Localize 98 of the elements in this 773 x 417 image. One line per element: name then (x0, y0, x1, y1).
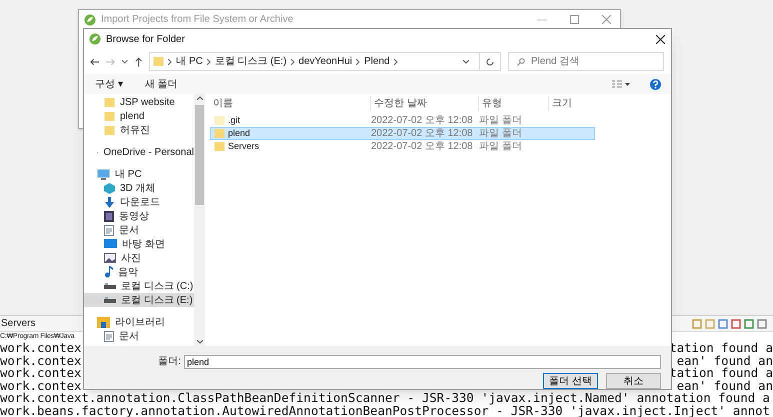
folder-input[interactable]: plend (184, 354, 661, 368)
folder-icon (214, 115, 225, 126)
file-name: plend (228, 126, 250, 140)
nav-item[interactable]: 문서 (84, 329, 194, 343)
up-arrow-icon[interactable] (134, 56, 142, 66)
file-row[interactable]: plend 2022-07-02 오후 12:08 파일 폴더 (210, 127, 595, 140)
console-line: ean' found an (676, 380, 773, 392)
file-row[interactable]: Servers 2022-07-02 오후 12:08 파일 폴더 (210, 140, 595, 153)
folder-icon (104, 110, 115, 122)
file-date: 2022-07-02 오후 12:08 (371, 140, 474, 154)
folder-icon (104, 124, 115, 136)
desktop-icon (104, 239, 117, 249)
breadcrumb[interactable]: 로컬 디스크 (E:) (214, 54, 287, 69)
back-arrow-icon[interactable] (90, 58, 100, 66)
nav-item[interactable]: plend (84, 109, 194, 123)
chevron-right-icon[interactable] (290, 58, 295, 64)
new-folder-button[interactable]: 새 폴더 (144, 76, 178, 92)
breadcrumb[interactable]: devYeonHui (298, 54, 352, 69)
folder-icon (214, 141, 225, 152)
console-line: tation found a (669, 342, 773, 354)
maximize-icon[interactable] (570, 15, 579, 24)
leaf-logo-icon (89, 33, 101, 45)
console-line: work.contex (0, 354, 82, 367)
drive-icon (104, 297, 116, 303)
download-arrow-icon (104, 196, 115, 208)
console-line: work.contex (0, 342, 82, 354)
column-header[interactable]: 크기 (548, 96, 598, 110)
breadcrumb[interactable]: Plend (364, 54, 390, 69)
console-line: work.contex (0, 380, 82, 392)
folder-icon (153, 56, 164, 67)
column-header[interactable]: 수정한 날짜 (370, 96, 478, 110)
nav-item[interactable]: 다운로드 (84, 195, 194, 209)
window-title: Import Projects from File System or Archive (101, 13, 294, 27)
leaf-logo-icon (84, 14, 96, 26)
console-line: work.contex (0, 367, 82, 380)
nav-item[interactable]: 로컬 디스크 (C:) (84, 279, 194, 293)
scrollbar[interactable] (194, 94, 205, 346)
nav-item[interactable]: 바탕 화면 (84, 237, 194, 251)
nav-item[interactable]: 로컬 디스크 (E:) (84, 293, 194, 307)
file-type: 파일 폴더 (479, 140, 523, 154)
nav-item[interactable]: 문서 (84, 223, 194, 237)
file-name: .git (228, 114, 240, 127)
scroll-down-icon[interactable] (196, 340, 202, 344)
music-note-icon (104, 266, 113, 278)
chevron-down-icon[interactable] (463, 60, 469, 64)
nav-item[interactable]: 라이브러리 (84, 315, 194, 329)
folder-icon (104, 96, 115, 108)
chevron-right-icon[interactable] (206, 58, 211, 64)
console-line: tation found a (669, 367, 773, 380)
address-bar[interactable]: 내 PC 로컬 디스크 (E:) devYeonHui Plend (149, 52, 501, 71)
organize-menu[interactable]: 구성 ▾ (95, 76, 123, 92)
folder-label: 폴더: (158, 355, 181, 369)
nav-item[interactable]: 내 PC (84, 167, 194, 181)
cube-icon (104, 182, 115, 194)
monitor-icon (97, 168, 110, 180)
search-box[interactable]: Plend 검색 (508, 52, 664, 71)
document-icon (104, 330, 114, 342)
refresh-icon (486, 58, 494, 66)
view-options-icon[interactable] (612, 80, 630, 88)
console-line: work.context.annotation.ClassPathBeanDefinitionScanner - JSR-330 'javax.inject.Named' annotation found a (0, 392, 770, 404)
search-field[interactable]: Plend 검색 (531, 53, 663, 70)
file-name: Servers (228, 140, 260, 153)
file-row[interactable]: .git 2022-07-02 오후 12:08 파일 폴더 (210, 114, 595, 127)
file-date: 2022-07-02 오후 12:08 (371, 114, 474, 128)
scroll-thumb[interactable] (195, 105, 204, 205)
column-header[interactable]: 유형 (478, 96, 548, 110)
nav-item[interactable]: 동영상 (84, 209, 194, 223)
chevron-right-icon[interactable] (394, 58, 398, 64)
close-icon[interactable] (656, 34, 665, 44)
picture-icon (104, 253, 116, 263)
search-icon (517, 58, 525, 66)
chevron-right-icon[interactable] (168, 58, 172, 64)
nav-item[interactable]: JSP website (84, 95, 194, 109)
chevron-right-icon[interactable] (356, 58, 360, 64)
column-header[interactable]: 이름 (210, 96, 370, 110)
folder-icon (214, 128, 225, 139)
nav-item[interactable]: 사진 (84, 251, 194, 265)
dialog-button[interactable]: 취소 (606, 373, 661, 389)
scroll-up-icon[interactable] (196, 96, 202, 100)
nav-item[interactable]: 음악 (84, 265, 194, 279)
dialog-button[interactable]: 폴더 선택 (543, 373, 598, 389)
nav-item[interactable]: 허유진 (84, 123, 194, 137)
file-type: 파일 폴더 (479, 127, 523, 141)
file-type: 파일 폴더 (479, 114, 523, 128)
breadcrumb[interactable]: 내 PC (176, 54, 203, 69)
servers-tab[interactable]: Servers (0, 316, 36, 331)
nav-item[interactable]: OneDrive - Personal (84, 145, 194, 159)
dialog-title: Browse for Folder (106, 32, 185, 46)
help-icon[interactable] (650, 78, 661, 90)
console-line: ean' found an (676, 354, 773, 367)
console-line: work.beans.factory.annotation.AutowiredAnnotationBeanPostProcessor - JSR-330 'javax.inject.Inject' annot (0, 404, 770, 417)
document-icon (104, 224, 114, 236)
film-icon (104, 210, 114, 222)
file-date: 2022-07-02 오후 12:08 (371, 127, 474, 141)
nav-item[interactable]: 3D 개체 (84, 181, 194, 195)
chevron-down-icon[interactable] (122, 60, 128, 64)
library-folder-icon (97, 316, 110, 328)
drive-icon (104, 283, 116, 289)
